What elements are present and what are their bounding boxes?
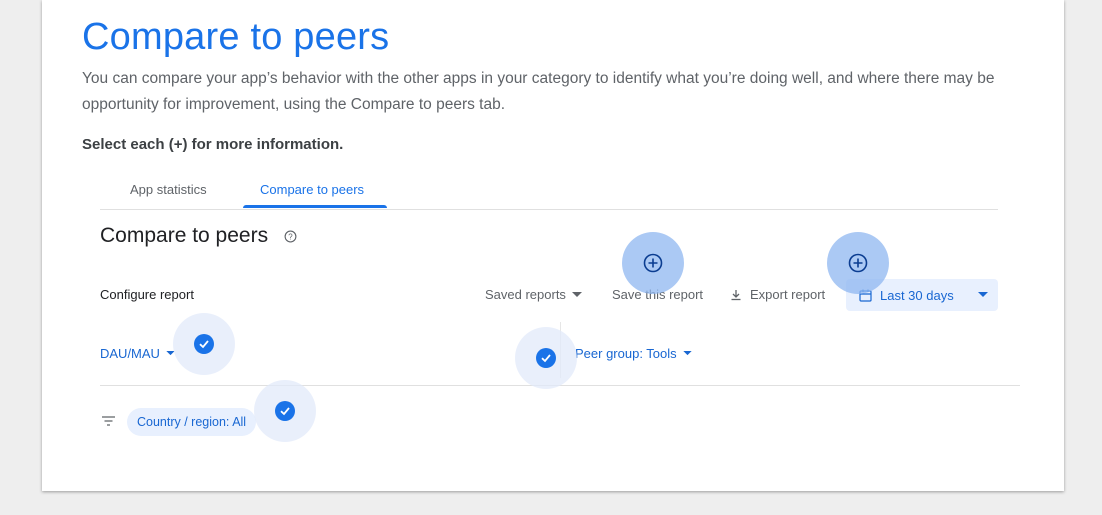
- caret-down-icon: [978, 292, 988, 297]
- help-circle-icon[interactable]: ?: [284, 230, 297, 243]
- date-range-label: Last 30 days: [880, 287, 954, 303]
- tab-compare-to-peers[interactable]: Compare to peers: [260, 182, 364, 197]
- saved-reports-dropdown[interactable]: Saved reports: [485, 287, 582, 302]
- download-icon: [731, 289, 741, 300]
- check-circle-icon: [194, 334, 214, 354]
- page-title: Compare to peers: [82, 16, 390, 58]
- tab-app-statistics[interactable]: App statistics: [130, 182, 207, 197]
- instruction-text: Select each (+) for more information.: [82, 136, 344, 153]
- check-circle-icon: [536, 348, 556, 368]
- filter-icon[interactable]: [102, 416, 115, 426]
- tab-bar: App statistics Compare to peers: [100, 170, 998, 210]
- caret-down-icon: [571, 291, 582, 297]
- country-region-filter-chip[interactable]: Country / region: All: [127, 408, 257, 436]
- export-report-label: Export report: [750, 287, 826, 302]
- report-title: Compare to peers: [100, 224, 269, 247]
- metric-label: DAU/MAU: [100, 346, 160, 361]
- svg-text:?: ?: [288, 232, 293, 241]
- plus-circle-icon: [848, 253, 868, 273]
- metric-dropdown[interactable]: DAU/MAU: [100, 346, 175, 361]
- content-card: Compare to peers You can compare your ap…: [42, 0, 1064, 491]
- page-description: You can compare your app’s behavior with…: [82, 70, 995, 113]
- plus-circle-icon: [643, 253, 663, 273]
- saved-reports-label: Saved reports: [485, 287, 566, 302]
- export-report-button[interactable]: Export report: [730, 287, 825, 302]
- country-region-info-hotspot[interactable]: [254, 380, 316, 442]
- peer-group-dropdown[interactable]: Peer group: Tools: [575, 346, 692, 361]
- save-report-info-hotspot[interactable]: [622, 232, 684, 294]
- caret-down-icon: [683, 351, 692, 356]
- date-range-info-hotspot[interactable]: [827, 232, 889, 294]
- check-circle-icon: [275, 401, 295, 421]
- configure-report-label: Configure report: [100, 287, 194, 302]
- peer-group-info-hotspot[interactable]: [515, 327, 577, 389]
- metric-info-hotspot[interactable]: [173, 313, 235, 375]
- active-tab-indicator: [243, 205, 387, 208]
- peer-group-label: Peer group: Tools: [575, 346, 677, 361]
